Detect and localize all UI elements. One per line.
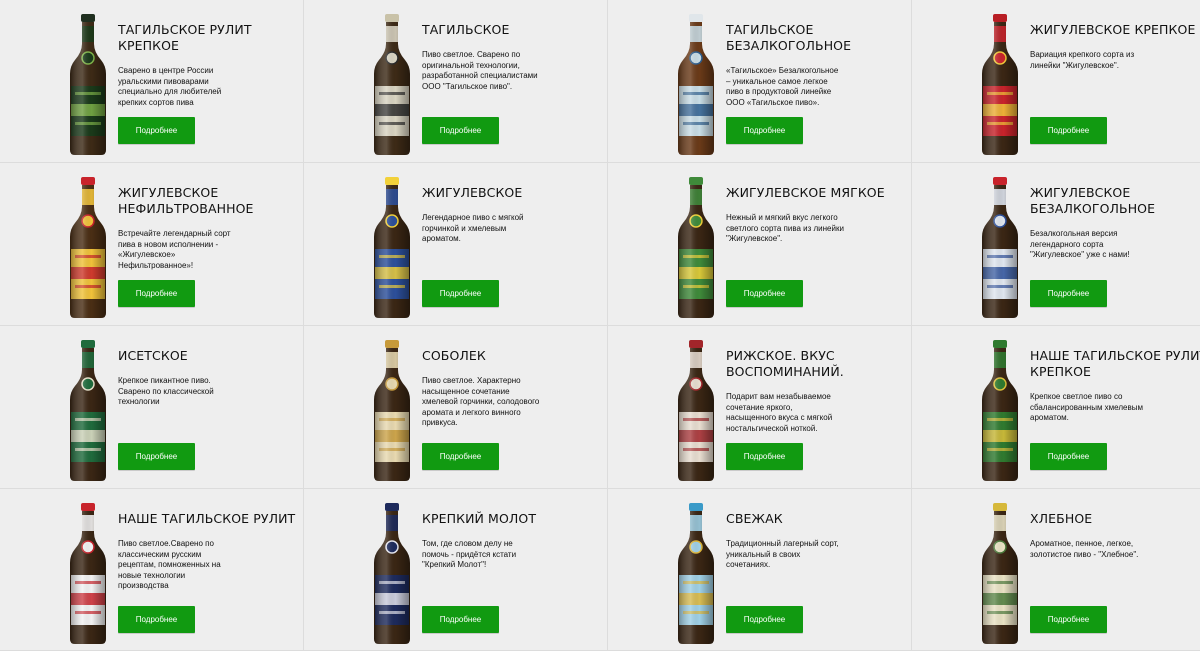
product-title: Жигулевское мягкое xyxy=(726,185,885,200)
product-card: Тагильское Рулит Крепкое Сварено в центре… xyxy=(0,0,304,163)
product-bottle-image[interactable] xyxy=(65,14,111,156)
product-card: Тагильское Пиво светлое. Сварено по ориги… xyxy=(304,0,608,163)
details-button[interactable]: Подробнее xyxy=(422,117,499,144)
product-description: Встречайте легендарный сорт пива в новом… xyxy=(118,229,231,270)
product-bottle-image[interactable] xyxy=(65,340,111,482)
details-button[interactable]: Подробнее xyxy=(118,117,195,144)
product-bottle-image[interactable] xyxy=(673,14,719,156)
product-title: Рижское. Вкус воспоминаний. xyxy=(726,348,844,379)
product-bottle-image[interactable] xyxy=(673,503,719,645)
product-bottle-image[interactable] xyxy=(65,503,111,645)
product-bottle-image[interactable] xyxy=(977,340,1023,482)
details-button[interactable]: Подробнее xyxy=(726,606,803,633)
details-button[interactable]: Подробнее xyxy=(1030,280,1107,307)
product-description: Пиво светлое. Характерно насыщенное соче… xyxy=(422,376,540,428)
product-title: Исетское xyxy=(118,348,188,363)
details-button[interactable]: Подробнее xyxy=(422,280,499,307)
details-button[interactable]: Подробнее xyxy=(118,280,195,307)
product-card: Хлебное Ароматное, пенное, легкое, золоти… xyxy=(912,489,1200,651)
product-title: Тагильское xyxy=(422,22,510,37)
product-title: Жигулевское безалкогольное xyxy=(1030,185,1156,216)
product-card: Жигулевское мягкое Нежный и мягкий вкус л… xyxy=(608,163,912,326)
product-card: Крепкий Молот Том, где словом делу не пом… xyxy=(304,489,608,651)
product-title: Крепкий Молот xyxy=(422,511,537,526)
product-description: «Тагильское» Безалкогольное – уникальное… xyxy=(726,66,839,107)
product-card: Жигулевское нефильтрованное Встречайте ле… xyxy=(0,163,304,326)
product-description: Традиционный лагерный сорт, уникальный в… xyxy=(726,539,839,570)
product-title: Жигулевское Крепкое xyxy=(1030,22,1196,37)
details-button[interactable]: Подробнее xyxy=(726,443,803,470)
product-description: Ароматное, пенное, легкое, золотистое пи… xyxy=(1030,539,1139,559)
product-title: Тагильское безалкогольное xyxy=(726,22,852,53)
product-card: Жигулевское Легендарное пиво с мягкой гор… xyxy=(304,163,608,326)
product-card: Наше Тагильское Рулит Крепкое Крепкое све… xyxy=(912,326,1200,489)
product-card: Тагильское безалкогольное «Тагильское» Бе… xyxy=(608,0,912,163)
product-description: Крепкое светлое пиво со сбалансированным… xyxy=(1030,392,1143,423)
product-card: Рижское. Вкус воспоминаний. Подарит вам н… xyxy=(608,326,912,489)
details-button[interactable]: Подробнее xyxy=(118,606,195,633)
product-description: Пиво светлое.Сварено по классическим рус… xyxy=(118,539,221,591)
product-title: Наше Тагильское Рулит Крепкое xyxy=(1030,348,1200,379)
product-title: Жигулевское нефильтрованное xyxy=(118,185,254,216)
product-bottle-image[interactable] xyxy=(369,14,415,156)
details-button[interactable]: Подробнее xyxy=(118,443,195,470)
product-bottle-image[interactable] xyxy=(65,177,111,319)
product-description: Подарит вам незабываемое сочетание ярког… xyxy=(726,392,833,433)
product-title: Тагильское Рулит Крепкое xyxy=(118,22,252,53)
product-card: Наше Тагильское Рулит Пиво светлое.Сварен… xyxy=(0,489,304,651)
product-card: Жигулевское Крепкое Вариация крепкого сор… xyxy=(912,0,1200,163)
product-bottle-image[interactable] xyxy=(369,503,415,645)
product-title: Наше Тагильское Рулит xyxy=(118,511,296,526)
product-description: Крепкое пикантное пиво. Сварено по класс… xyxy=(118,376,214,407)
details-button[interactable]: Подробнее xyxy=(1030,443,1107,470)
product-title: Соболек xyxy=(422,348,486,363)
product-description: Том, где словом делу не помочь - придётс… xyxy=(422,539,517,570)
product-description: Легендарное пиво с мягкой горчинкой и хм… xyxy=(422,213,524,244)
product-bottle-image[interactable] xyxy=(673,340,719,482)
product-bottle-image[interactable] xyxy=(369,340,415,482)
product-title: Жигулевское xyxy=(422,185,523,200)
details-button[interactable]: Подробнее xyxy=(1030,117,1107,144)
product-bottle-image[interactable] xyxy=(369,177,415,319)
product-bottle-image[interactable] xyxy=(977,503,1023,645)
product-bottle-image[interactable] xyxy=(977,14,1023,156)
details-button[interactable]: Подробнее xyxy=(422,443,499,470)
product-card: Свежак Традиционный лагерный сорт, уникал… xyxy=(608,489,912,651)
details-button[interactable]: Подробнее xyxy=(726,117,803,144)
product-bottle-image[interactable] xyxy=(977,177,1023,319)
product-card: Соболек Пиво светлое. Характерно насыщенн… xyxy=(304,326,608,489)
product-description: Сварено в центре России уральскими пивов… xyxy=(118,66,222,107)
product-grid: Тагильское Рулит Крепкое Сварено в центре… xyxy=(0,0,1200,651)
product-card: Исетское Крепкое пикантное пиво. Сварено … xyxy=(0,326,304,489)
product-description: Пиво светлое. Сварено по оригинальной те… xyxy=(422,50,538,91)
details-button[interactable]: Подробнее xyxy=(422,606,499,633)
product-bottle-image[interactable] xyxy=(673,177,719,319)
details-button[interactable]: Подробнее xyxy=(1030,606,1107,633)
details-button[interactable]: Подробнее xyxy=(726,280,803,307)
product-title: Свежак xyxy=(726,511,783,526)
product-description: Нежный и мягкий вкус легкого светлого со… xyxy=(726,213,844,244)
product-card: Жигулевское безалкогольное Безалкогольная… xyxy=(912,163,1200,326)
product-title: Хлебное xyxy=(1030,511,1093,526)
product-description: Вариация крепкого сорта из линейки "Жигу… xyxy=(1030,50,1135,70)
product-description: Безалкогольная версия легендарного сорта… xyxy=(1030,229,1130,260)
